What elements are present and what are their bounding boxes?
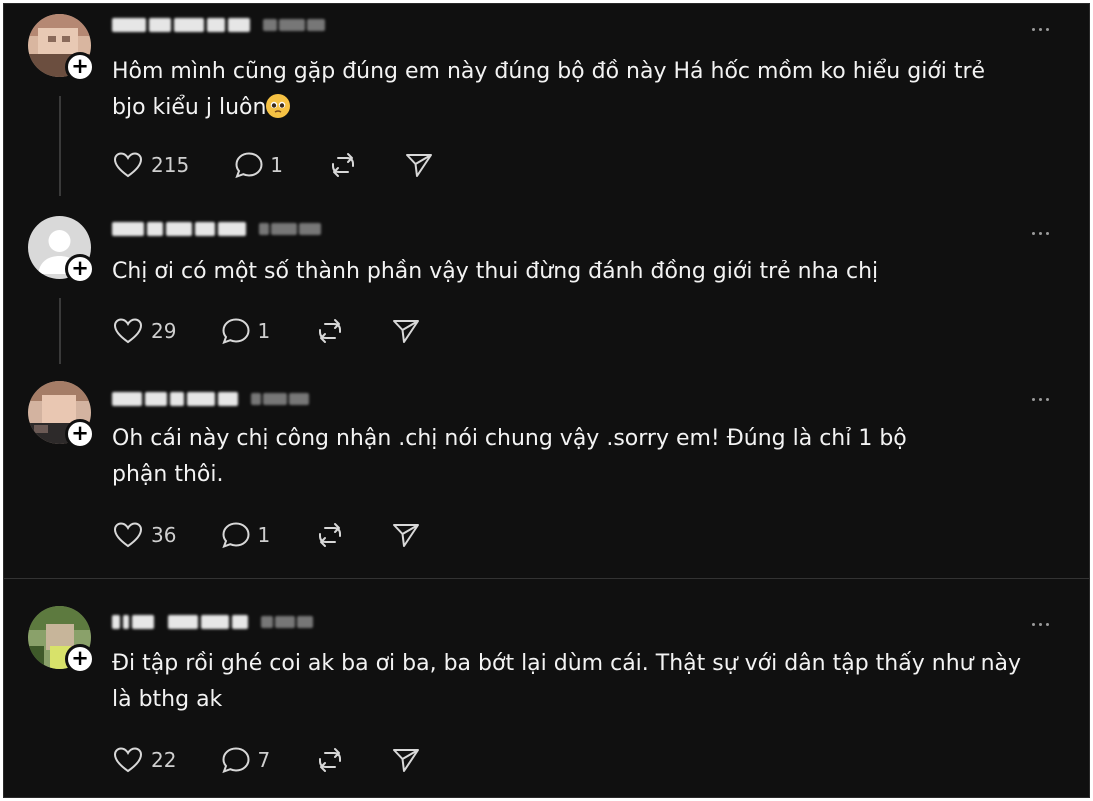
like-button[interactable]: 29 <box>112 316 176 346</box>
username-blurred[interactable] <box>112 386 309 412</box>
reply-button[interactable]: 1 <box>233 150 283 180</box>
like-count: 29 <box>151 319 177 343</box>
post-text: Chị ơi có một số thành phần vậy thui đừn… <box>112 259 879 284</box>
post-actions: 22 7 <box>112 745 422 775</box>
comment-icon <box>222 522 250 549</box>
like-count: 36 <box>151 523 177 547</box>
like-button[interactable]: 215 <box>112 150 189 180</box>
repost-button[interactable] <box>314 745 346 775</box>
thread-container: + Hôm mình cũng gặp đúng em này đúng bộ … <box>3 3 1090 798</box>
send-icon <box>405 154 432 177</box>
repost-icon <box>319 319 342 343</box>
follow-button[interactable]: + <box>65 52 95 82</box>
reply-post: + Đi tập rồi ghé coi ak ba ơi ba, ba bớt… <box>4 579 1089 797</box>
repost-icon <box>331 153 354 177</box>
heart-icon <box>113 747 143 773</box>
reply-button[interactable]: 1 <box>220 316 270 346</box>
repost-button[interactable] <box>314 316 346 346</box>
more-options-icon[interactable] <box>1032 392 1058 406</box>
reply-post: + Oh cái này chị công nhận .chị nói chun… <box>4 374 1089 578</box>
comment-icon <box>222 318 250 345</box>
username-blurred[interactable] <box>112 609 313 635</box>
reply-post: + Hôm mình cũng gặp đúng em này đúng bộ … <box>4 4 1089 204</box>
follow-button[interactable]: + <box>65 419 95 449</box>
send-icon <box>393 749 420 772</box>
username-blurred[interactable] <box>112 216 321 242</box>
reply-button[interactable]: 7 <box>220 745 270 775</box>
reply-count: 1 <box>270 153 283 177</box>
reply-count: 1 <box>257 319 271 343</box>
share-button[interactable] <box>390 316 422 346</box>
repost-icon <box>319 523 342 547</box>
comment-icon <box>222 747 250 774</box>
reply-post: + Chị ơi có một số thành phần vậy thui đ… <box>4 204 1089 374</box>
like-button[interactable]: 36 <box>112 520 176 550</box>
comment-icon <box>235 152 263 179</box>
more-options-icon[interactable] <box>1032 226 1058 240</box>
share-button[interactable] <box>390 520 422 550</box>
reply-count: 1 <box>257 523 271 547</box>
pleading-face-emoji <box>266 94 291 118</box>
share-button[interactable] <box>403 150 435 180</box>
more-options-icon[interactable] <box>1032 22 1058 36</box>
heart-icon <box>113 522 143 548</box>
heart-icon <box>113 152 143 178</box>
post-actions: 29 1 <box>112 316 422 346</box>
send-icon <box>393 524 420 547</box>
like-button[interactable]: 22 <box>112 745 176 775</box>
repost-button[interactable] <box>327 150 359 180</box>
like-count: 22 <box>151 748 177 772</box>
username-blurred[interactable] <box>112 12 325 38</box>
repost-icon <box>319 748 342 772</box>
follow-button[interactable]: + <box>65 644 95 674</box>
like-count: 215 <box>151 153 190 177</box>
thread-line <box>59 298 61 364</box>
thread-line <box>59 96 61 196</box>
post-text: Oh cái này chị công nhận .chị nói chung … <box>112 426 907 487</box>
repost-button[interactable] <box>314 520 346 550</box>
follow-button[interactable]: + <box>65 254 95 284</box>
send-icon <box>393 320 420 343</box>
post-actions: 36 1 <box>112 520 422 550</box>
share-button[interactable] <box>390 745 422 775</box>
reply-button[interactable]: 1 <box>220 520 270 550</box>
more-options-icon[interactable] <box>1032 617 1058 631</box>
reply-count: 7 <box>257 748 271 772</box>
post-text: Hôm mình cũng gặp đúng em này đúng bộ đồ… <box>112 59 986 120</box>
heart-icon <box>113 318 143 344</box>
post-text: Đi tập rồi ghé coi ak ba ơi ba, ba bớt l… <box>112 651 1022 712</box>
post-actions: 215 1 <box>112 150 435 180</box>
